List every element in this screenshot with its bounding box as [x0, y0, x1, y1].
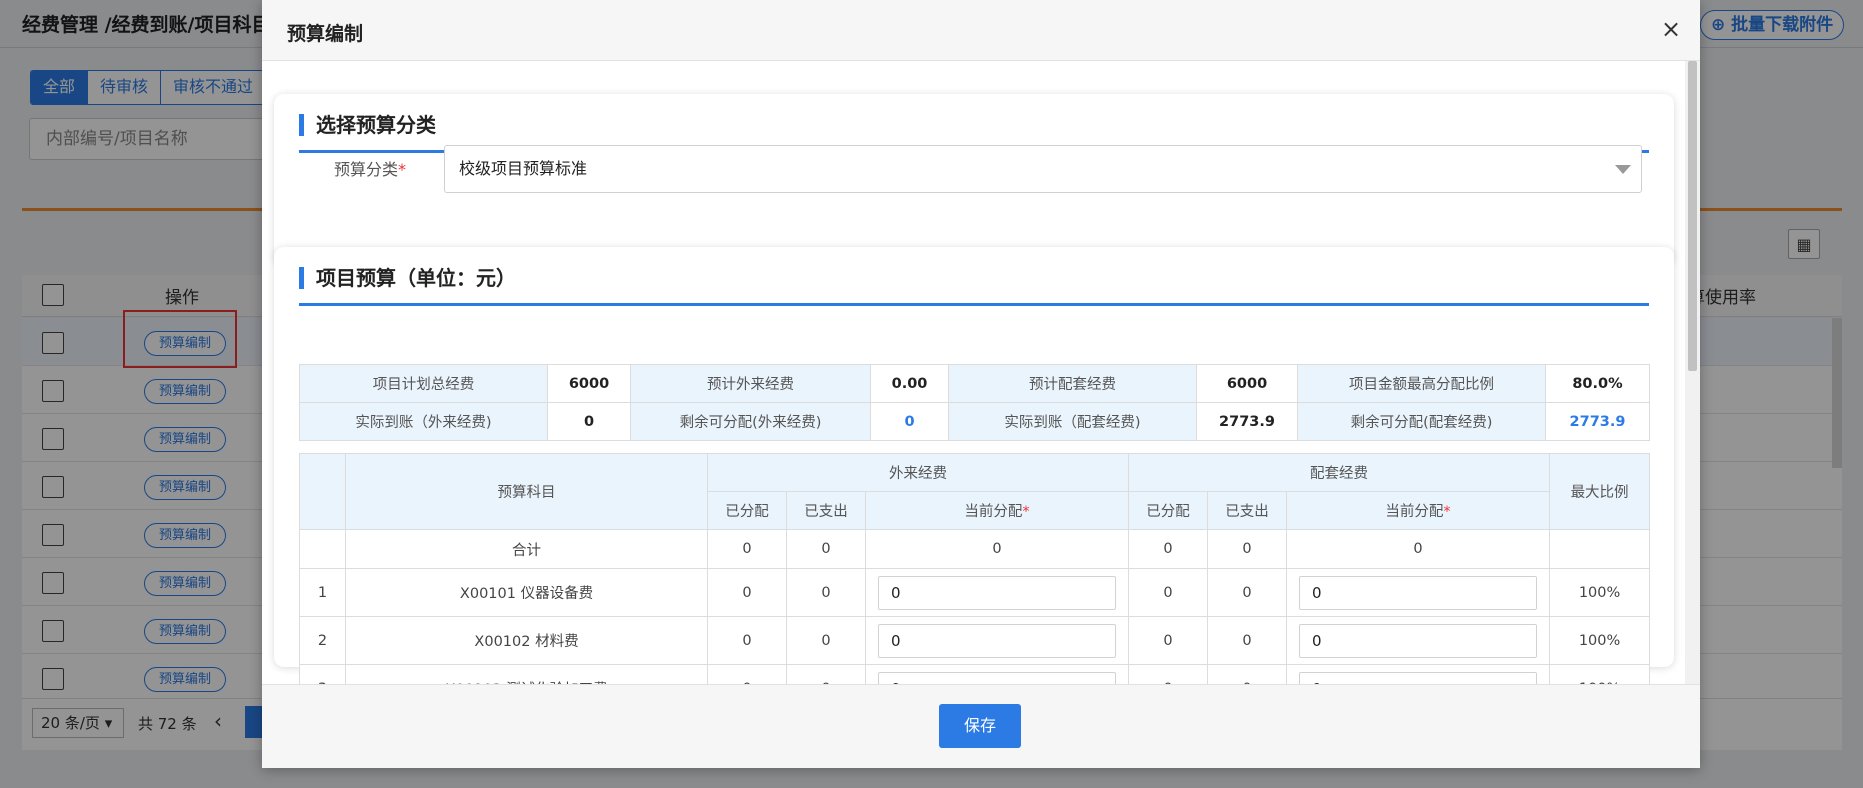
cell-input-wrap: 0 [864, 568, 1130, 617]
cell-value: 0 [1286, 529, 1551, 569]
chevron-down-icon [1615, 165, 1631, 174]
category-select-value: 校级项目预算标准 [459, 159, 588, 178]
matching-current-input[interactable]: 0 [1299, 623, 1538, 658]
table-row: 2 X00102 材料费 0 0 0 0 0 0 100% [299, 616, 1651, 665]
category-select[interactable]: 校级项目预算标准 [444, 145, 1642, 193]
summary-value: 6000 [547, 364, 631, 403]
header-subject: 预算科目 [345, 453, 708, 530]
summary-label: 剩余可分配(外来经费) [630, 402, 871, 441]
row-ratio: 100% [1549, 664, 1651, 684]
summary-value: 0 [870, 402, 949, 441]
cell-value: 0 [707, 616, 787, 665]
modal-header: 预算编制 × [262, 0, 1700, 61]
total-row: 合计 0 0 0 0 0 0 [299, 529, 1651, 569]
cell-value: 0 [1207, 664, 1288, 684]
summary-value: 0.00 [870, 364, 949, 403]
header-max-ratio: 最大比例 [1549, 453, 1651, 530]
summary-table: 项目计划总经费 6000 预计外来经费 0.00 预计配套经费 6000 项目金… [299, 364, 1650, 441]
required-mark: * [1443, 504, 1451, 520]
table-row: 1 X00101 仪器设备费 0 0 0 0 0 0 100% [299, 568, 1651, 617]
header-current-text: 当前分配 [1385, 504, 1444, 520]
header-external: 外来经费 [706, 453, 1130, 492]
summary-label: 实际到账（配套经费) [948, 402, 1197, 441]
cell-value: 0 [786, 568, 866, 617]
header-spent: 已支出 [1207, 491, 1288, 530]
external-current-input[interactable]: 0 [878, 671, 1117, 684]
modal-body: 选择预算分类 预算分类* 校级项目预算标准 项目预算（单位：元） 项目计划总经费… [262, 61, 1685, 684]
header-index [299, 453, 346, 530]
row-index: 1 [299, 568, 346, 617]
row-index [299, 529, 346, 569]
required-mark: * [398, 160, 407, 179]
section-title-budget: 项目预算（单位：元） [299, 267, 516, 289]
summary-value: 80.0% [1545, 364, 1650, 403]
modal-scrollbar-thumb[interactable] [1688, 61, 1697, 371]
modal-footer: 保存 [262, 684, 1700, 768]
category-label-text: 预算分类 [334, 160, 399, 179]
cell-input-wrap: 0 [1286, 616, 1551, 665]
row-subject: X00102 材料费 [345, 616, 708, 665]
header-current: 当前分配* [864, 491, 1130, 530]
cell-value: 0 [786, 664, 866, 684]
cell-value: 0 [1128, 529, 1209, 569]
summary-value: 2773.9 [1545, 402, 1650, 441]
summary-label: 预计配套经费 [948, 364, 1197, 403]
required-mark: * [1022, 504, 1030, 520]
category-label: 预算分类* [334, 156, 406, 180]
cell-value [1549, 529, 1651, 569]
close-icon[interactable]: × [1661, 16, 1681, 42]
cell-value: 0 [707, 664, 787, 684]
summary-value: 6000 [1196, 364, 1298, 403]
external-current-input[interactable]: 0 [878, 623, 1117, 658]
table-row: 3 X00103 测试化验加工费 0 0 0 0 0 0 100% [299, 664, 1651, 684]
budget-detail-table: 预算科目 外来经费 配套经费 最大比例 已分配 已支出 当前分配* 已分配 已支… [299, 453, 1651, 684]
budget-modal: 预算编制 × 选择预算分类 预算分类* 校级项目预算标准 项目预算（单位：元） … [262, 0, 1700, 768]
row-subject: X00101 仪器设备费 [345, 568, 708, 617]
summary-value: 2773.9 [1196, 402, 1298, 441]
cell-input-wrap: 0 [864, 616, 1130, 665]
total-label: 合计 [345, 529, 708, 569]
row-ratio: 100% [1549, 616, 1651, 665]
cell-value: 0 [1207, 529, 1288, 569]
row-subject: X00103 测试化验加工费 [345, 664, 708, 684]
summary-value: 0 [547, 402, 631, 441]
cell-value: 0 [1207, 568, 1288, 617]
matching-current-input[interactable]: 0 [1299, 671, 1538, 684]
cell-input-wrap: 0 [1286, 664, 1551, 684]
matching-current-input[interactable]: 0 [1299, 575, 1538, 610]
summary-label: 剩余可分配(配套经费) [1297, 402, 1546, 441]
summary-label: 实际到账（外来经费) [299, 402, 548, 441]
cell-value: 0 [1128, 568, 1209, 617]
row-index: 3 [299, 664, 346, 684]
cell-value: 0 [786, 529, 866, 569]
row-index: 2 [299, 616, 346, 665]
cell-value: 0 [1128, 664, 1209, 684]
summary-label: 预计外来经费 [630, 364, 871, 403]
header-spent: 已支出 [786, 491, 866, 530]
cell-value: 0 [786, 616, 866, 665]
header-allocated: 已分配 [707, 491, 787, 530]
cell-input-wrap: 0 [1286, 568, 1551, 617]
cell-input-wrap: 0 [864, 664, 1130, 684]
header-matching: 配套经费 [1128, 453, 1551, 492]
cell-value: 0 [1207, 616, 1288, 665]
cell-value: 0 [1128, 616, 1209, 665]
cell-value: 0 [864, 529, 1130, 569]
cell-value: 0 [707, 529, 787, 569]
summary-label: 项目计划总经费 [299, 364, 548, 403]
external-current-input[interactable]: 0 [878, 575, 1117, 610]
modal-title: 预算编制 [287, 23, 364, 45]
row-ratio: 100% [1549, 568, 1651, 617]
cell-value: 0 [707, 568, 787, 617]
save-button[interactable]: 保存 [939, 704, 1021, 748]
header-current: 当前分配* [1286, 491, 1551, 530]
header-current-text: 当前分配 [964, 504, 1023, 520]
section-divider [299, 303, 1649, 306]
summary-label: 项目金额最高分配比例 [1297, 364, 1546, 403]
page-scrollbar-thumb[interactable] [1832, 318, 1842, 468]
header-allocated: 已分配 [1128, 491, 1209, 530]
section-title-category: 选择预算分类 [299, 114, 436, 136]
